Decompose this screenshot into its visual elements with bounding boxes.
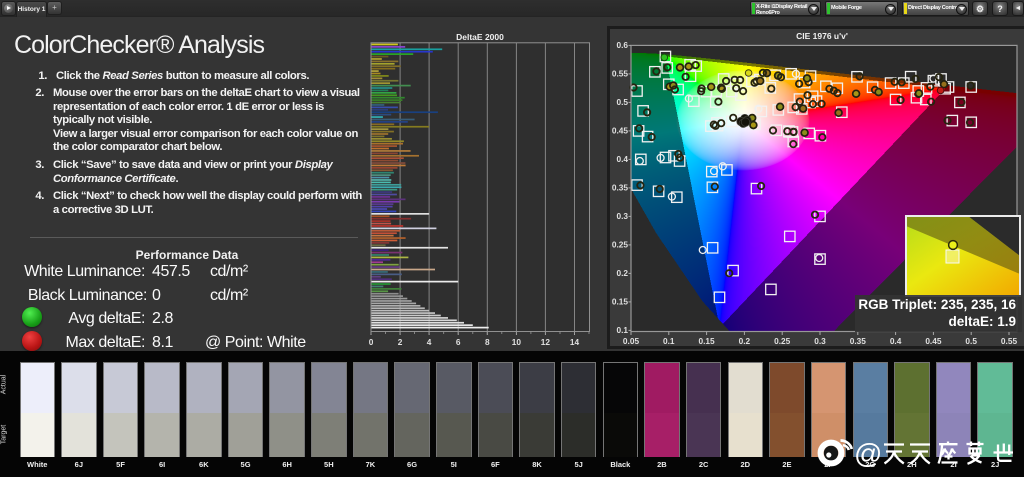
svg-text:8: 8	[485, 337, 490, 347]
svg-text:2: 2	[398, 337, 403, 347]
svg-text:DeltaE 2000: DeltaE 2000	[456, 32, 504, 42]
svg-text:10: 10	[512, 337, 522, 347]
svg-text:12: 12	[541, 337, 551, 347]
svg-text:4: 4	[427, 337, 432, 347]
svg-text:14: 14	[570, 337, 580, 347]
svg-text:0: 0	[369, 337, 374, 347]
svg-text:6: 6	[456, 337, 461, 347]
